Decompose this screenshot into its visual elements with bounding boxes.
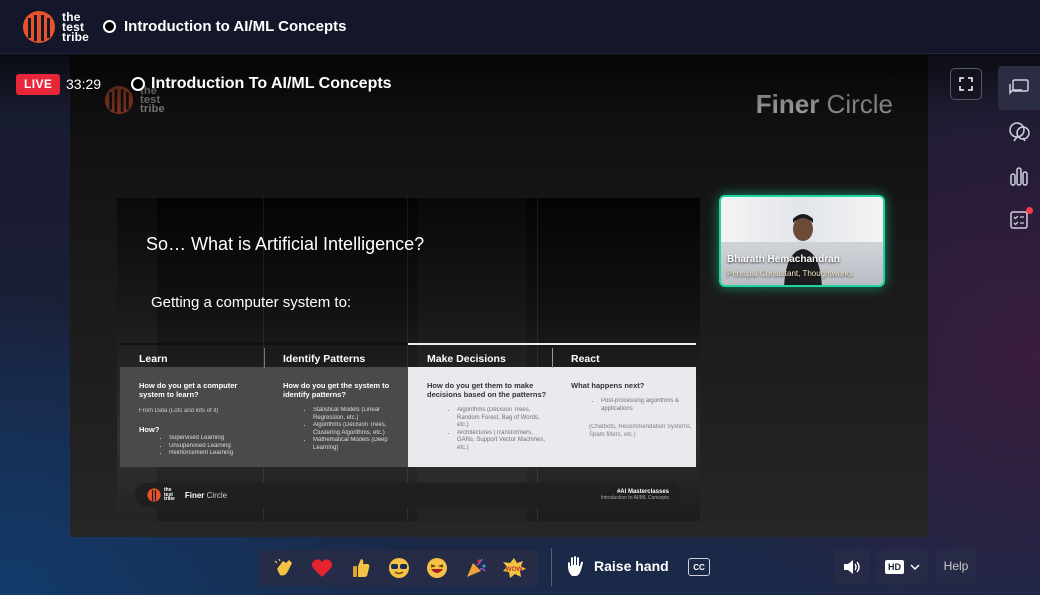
toolbar-divider — [551, 548, 552, 586]
finer-circle-logo: Finer Circle — [755, 89, 893, 119]
clap-icon — [274, 558, 293, 576]
stream-status-icon — [131, 77, 145, 91]
brand-mark-icon — [147, 488, 161, 502]
brand-logo: the test tribe — [22, 10, 89, 44]
help-button[interactable]: Help — [935, 549, 977, 583]
column-divider — [264, 348, 265, 368]
qa-button[interactable] — [998, 110, 1040, 154]
column-bullets: Post-processing algorithms & application… — [571, 398, 696, 413]
chevron-down-icon — [910, 564, 920, 571]
column-question: How do you get a computer system to lear… — [139, 381, 238, 399]
column-header: Make Decisions — [408, 343, 552, 367]
column-question: How do you get the system to identify pa… — [283, 381, 390, 399]
slide-column-make-decisions: Make Decisions How do you get them to ma… — [408, 343, 552, 467]
laugh-reaction-button[interactable] — [424, 555, 450, 581]
slide-column-identify-patterns: Identify Patterns How do you get the sys… — [264, 343, 408, 467]
raise-hand-label: Raise hand — [594, 558, 669, 574]
quality-selector[interactable]: HD — [877, 549, 928, 585]
column-body: How do you get a computer system to lear… — [120, 367, 264, 467]
stream-title: Introduction To AI/ML Concepts — [151, 75, 392, 92]
speaker-name: Bharath Hemachandran — [727, 254, 840, 265]
svg-text:WOW: WOW — [505, 566, 523, 573]
wow-burst-icon: WOW — [502, 558, 526, 578]
sunglasses-face-icon — [388, 558, 409, 578]
live-badge: LIVE — [16, 74, 61, 95]
polls-button[interactable] — [998, 154, 1040, 198]
list-item: Mathematical Models (Deep Learning) — [313, 437, 408, 452]
quiz-button[interactable] — [998, 198, 1040, 242]
speaker-role: Principal Consultant, Thoughtworks — [727, 269, 853, 278]
column-body: How do you get the system to identify pa… — [264, 367, 408, 467]
cool-reaction-button[interactable] — [386, 555, 412, 581]
hand-icon — [568, 556, 583, 576]
column-text: From Data (Lots and lots of it) — [139, 408, 219, 414]
video-stage[interactable]: the test tribe Finer Circle So… What is … — [70, 55, 928, 537]
party-reaction-button[interactable] — [463, 555, 489, 581]
chat-button[interactable] — [998, 66, 1040, 110]
mini-brand-text: the test tribe — [164, 487, 175, 503]
list-item: Statistical Models (Linear Regression, e… — [313, 407, 408, 422]
clap-reaction-button[interactable] — [271, 555, 297, 581]
thumbs-up-reaction-button[interactable] — [348, 555, 374, 581]
brand-mark-icon — [104, 85, 134, 115]
list-item: Algorithms (Decision Trees, Random Fores… — [457, 407, 552, 430]
page-title: Introduction to AI/ML Concepts — [124, 18, 347, 35]
footer-finer-circle: Finer Circle — [184, 490, 228, 500]
list-item: Unsupervised Learning — [169, 443, 264, 451]
column-bullets: Supervised Learning Unsupervised Learnin… — [139, 435, 264, 458]
column-text: (Chatbots, Recommendation Systems, Spam … — [589, 424, 692, 438]
speaker-volume-icon — [844, 560, 860, 574]
slide-subtitle: Getting a computer system to: — [151, 294, 352, 311]
wow-reaction-button[interactable]: WOW — [501, 555, 527, 581]
raise-hand-button[interactable]: Raise hand — [566, 555, 669, 577]
slide-footer-series: #AI Masterclasses Introduction to AI/ML … — [600, 489, 669, 501]
right-sidebar — [998, 66, 1040, 256]
slide-footer: the test tribe Finer Circle #AI Mastercl… — [135, 483, 681, 507]
brand-text: the test tribe — [62, 9, 90, 44]
heart-reaction-button[interactable] — [309, 555, 335, 581]
column-bullets: Statistical Models (Linear Regression, e… — [283, 407, 408, 452]
column-question: What happens next? — [571, 381, 645, 390]
list-item: Architectures (Transformers, GANs, Suppo… — [457, 430, 552, 453]
slide-column-react: React What happens next? Post-processing… — [552, 343, 696, 467]
hd-badge: HD — [885, 560, 904, 574]
brand-mark-icon — [23, 10, 55, 43]
list-item: Post-processing algorithms & application… — [601, 398, 696, 413]
party-popper-icon — [466, 558, 486, 577]
poll-chart-icon — [1010, 167, 1028, 186]
slide-table: Learn How do you get a computer system t… — [120, 343, 696, 467]
fullscreen-icon — [959, 77, 973, 91]
fullscreen-button[interactable] — [950, 68, 982, 100]
laughing-face-icon — [427, 558, 448, 578]
volume-button[interactable] — [834, 549, 870, 585]
list-item: Supervised Learning — [169, 435, 264, 443]
notification-dot — [1026, 207, 1033, 214]
elapsed-time: 33:29 — [66, 76, 102, 92]
column-header: React — [552, 343, 696, 367]
slide-column-learn: Learn How do you get a computer system t… — [120, 343, 264, 467]
column-header: Learn — [120, 343, 264, 367]
column-question: How do you get them to make decisions ba… — [427, 381, 547, 399]
thumbs-up-icon — [352, 559, 370, 577]
checklist-icon — [1010, 211, 1028, 229]
slide-footer-brand: the test tribe Finer Circle — [147, 488, 227, 502]
list-item: Reinforcement Learning — [169, 450, 264, 458]
closed-captions-button[interactable]: CC — [688, 558, 710, 576]
presentation-slide: So… What is Artificial Intelligence? Get… — [117, 198, 700, 521]
list-item: Algorithms (Decision Trees, Clustering A… — [313, 422, 408, 437]
heart-icon — [312, 559, 333, 577]
speaker-video-tile[interactable]: Bharath Hemachandran Principal Consultan… — [719, 195, 885, 287]
column-body: How do you get them to make decisions ba… — [408, 367, 552, 467]
column-body: What happens next? Post-processing algor… — [552, 367, 696, 467]
chat-icon — [1009, 79, 1029, 95]
column-divider — [552, 348, 553, 368]
reactions-bar: WOW — [259, 550, 539, 586]
column-header: Identify Patterns — [264, 343, 408, 367]
slide-title: So… What is Artificial Intelligence? — [146, 234, 425, 254]
status-dot-icon — [103, 20, 117, 33]
column-bullets: Algorithms (Decision Trees, Random Fores… — [427, 407, 552, 452]
qa-icon — [1009, 122, 1030, 142]
column-subhead: How? — [139, 425, 160, 434]
top-bar: the test tribe Introduction to AI/ML Con… — [0, 0, 1040, 54]
